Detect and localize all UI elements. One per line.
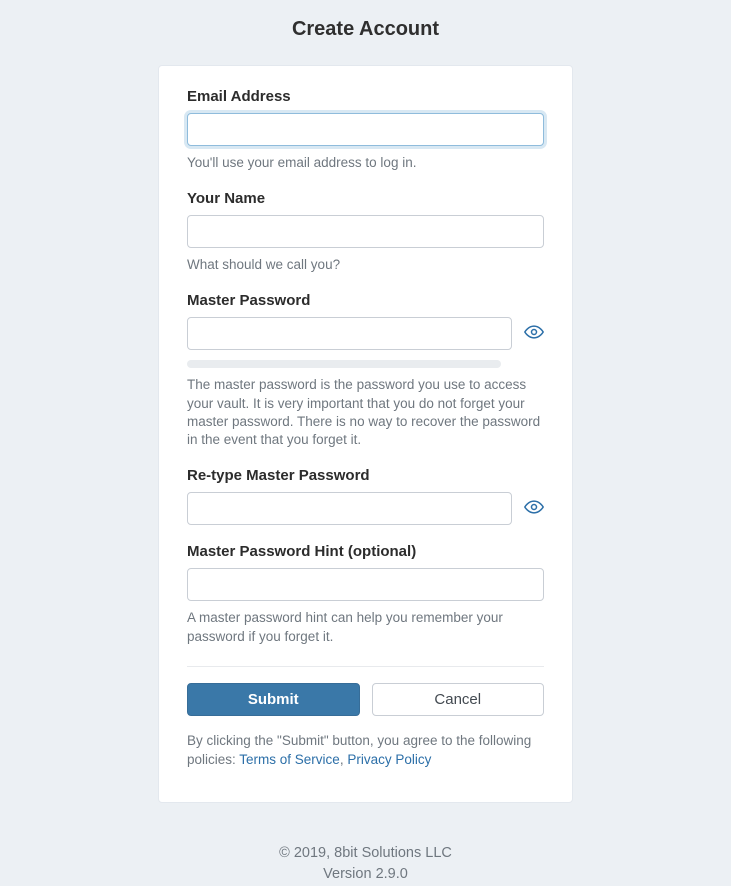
master-password-label: Master Password <box>187 292 544 309</box>
email-input[interactable] <box>187 113 544 146</box>
eye-icon <box>524 497 544 520</box>
hint-input[interactable] <box>187 568 544 601</box>
toggle-retype-password-visibility[interactable] <box>524 497 544 520</box>
master-password-row <box>187 317 544 350</box>
master-password-input[interactable] <box>187 317 512 350</box>
name-group: Your Name What should we call you? <box>187 190 544 274</box>
create-account-card: Email Address You'll use your email addr… <box>158 65 573 803</box>
name-input[interactable] <box>187 215 544 248</box>
version-text: Version 2.9.0 <box>0 864 731 886</box>
submit-button[interactable]: Submit <box>187 683 360 716</box>
email-group: Email Address You'll use your email addr… <box>187 88 544 172</box>
retype-master-password-group: Re-type Master Password <box>187 467 544 525</box>
master-password-group: Master Password The master password is t… <box>187 292 544 449</box>
policy-text: By clicking the "Submit" button, you agr… <box>187 732 544 770</box>
hint-label: Master Password Hint (optional) <box>187 543 544 560</box>
toggle-master-password-visibility[interactable] <box>524 322 544 345</box>
page-title: Create Account <box>0 18 731 41</box>
master-password-help: The master password is the password you … <box>187 376 544 449</box>
hint-group: Master Password Hint (optional) A master… <box>187 543 544 645</box>
copyright-text: © 2019, 8bit Solutions LLC <box>0 843 731 865</box>
page-container: Create Account Email Address You'll use … <box>0 0 731 886</box>
email-help: You'll use your email address to log in. <box>187 154 544 172</box>
button-row: Submit Cancel <box>187 683 544 716</box>
retype-master-password-label: Re-type Master Password <box>187 467 544 484</box>
terms-of-service-link[interactable]: Terms of Service <box>239 752 340 767</box>
retype-master-password-input[interactable] <box>187 492 512 525</box>
name-label: Your Name <box>187 190 544 207</box>
password-strength-bar <box>187 360 501 368</box>
cancel-button[interactable]: Cancel <box>372 683 545 716</box>
email-label: Email Address <box>187 88 544 105</box>
retype-master-password-row <box>187 492 544 525</box>
hint-help: A master password hint can help you reme… <box>187 609 544 645</box>
privacy-policy-link[interactable]: Privacy Policy <box>347 752 431 767</box>
divider <box>187 666 544 667</box>
name-help: What should we call you? <box>187 256 544 274</box>
eye-icon <box>524 322 544 345</box>
footer: © 2019, 8bit Solutions LLC Version 2.9.0 <box>0 843 731 886</box>
